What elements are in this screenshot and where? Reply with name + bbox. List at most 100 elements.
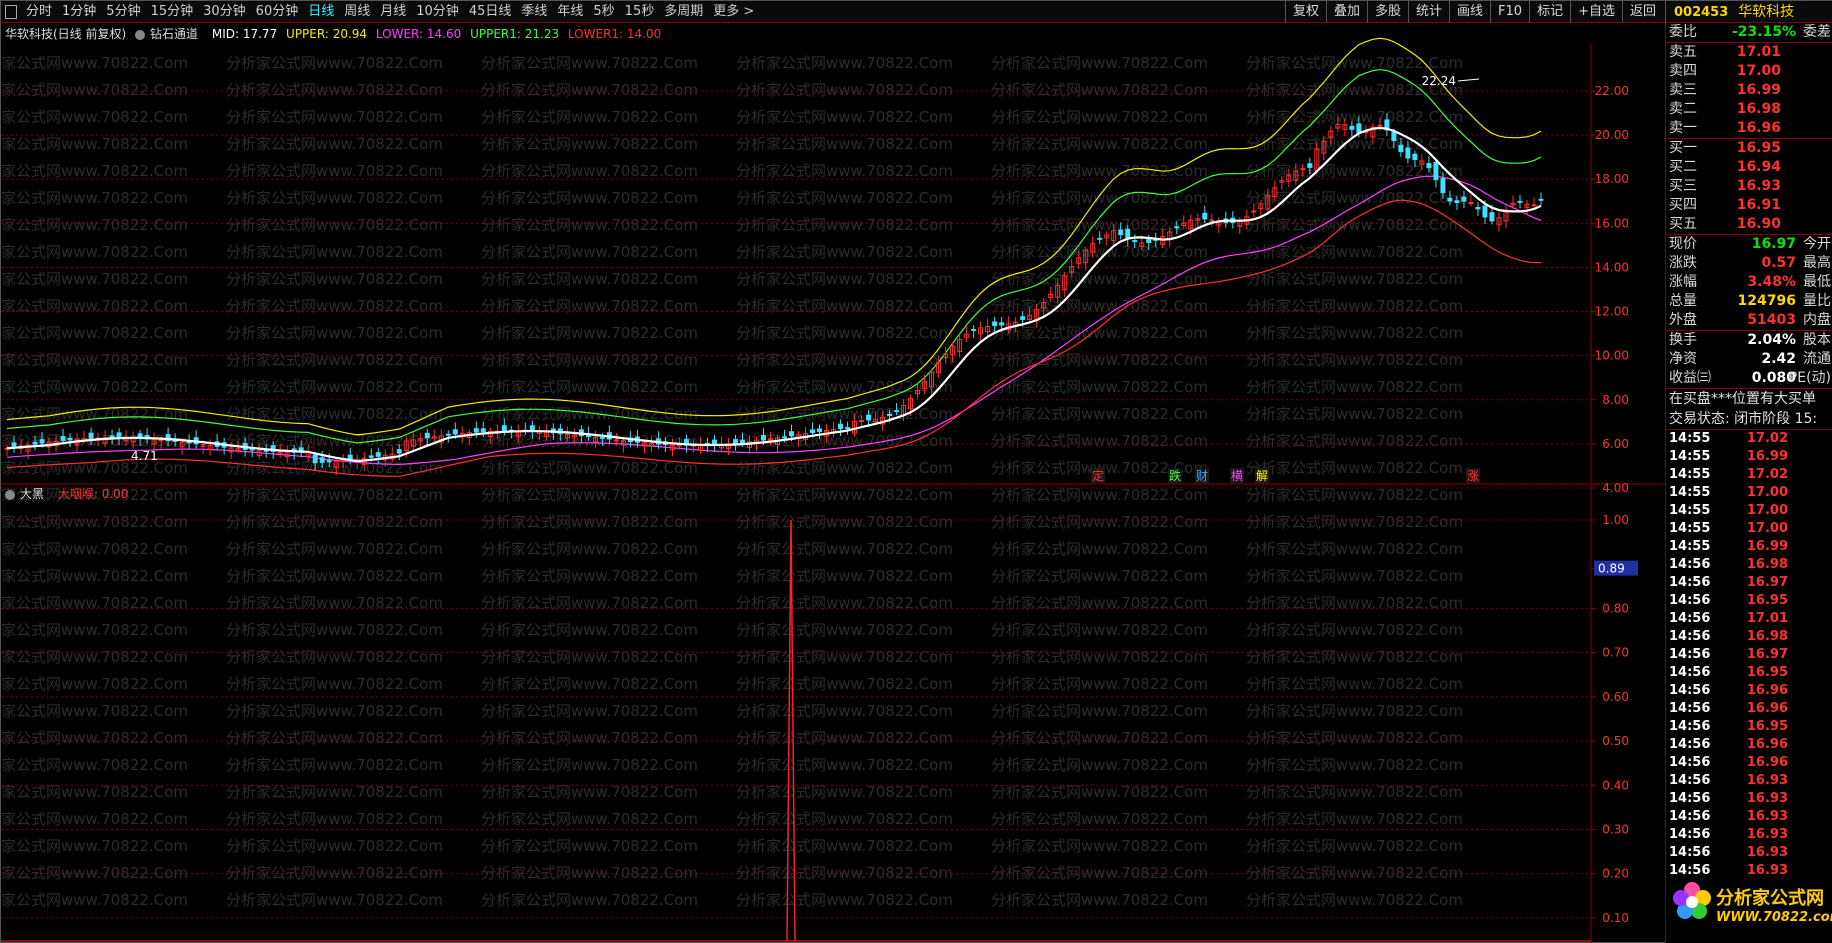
- legend-lower1: LOWER1: 14.00: [567, 27, 662, 41]
- watermark-text: 分析家公式网www.70822.Com: [991, 837, 1208, 855]
- period-tab[interactable]: 15秒: [620, 1, 660, 23]
- tool-button[interactable]: 统计: [1408, 1, 1449, 23]
- tool-button[interactable]: 复权: [1284, 1, 1326, 23]
- candle-down: [473, 428, 479, 433]
- stats2-label: 换手: [1669, 332, 1697, 348]
- period-tab[interactable]: 周线: [339, 1, 375, 23]
- sell-orders: 卖五 17.01 卖四 17.00 卖三 16.99 卖二 16.98 卖一 16.96: [1666, 43, 1832, 138]
- period-tab[interactable]: 日线: [303, 1, 339, 23]
- period-tab[interactable]: 5分钟: [101, 1, 145, 23]
- tool-button[interactable]: +自选: [1570, 1, 1622, 23]
- tick-time: 14:55: [1669, 503, 1711, 518]
- kline-chart[interactable]: 分析家公式网www.70822.Com 分析家公式网www.70822.Com 分析…: [1, 23, 1665, 943]
- price-axis-label: 12.00: [1595, 305, 1629, 319]
- period-tab[interactable]: 10分钟: [411, 1, 464, 23]
- period-tab[interactable]: 年线: [552, 1, 588, 23]
- tool-button[interactable]: 返回: [1621, 1, 1663, 23]
- candle-down: [894, 410, 900, 413]
- tool-button[interactable]: 叠加: [1325, 1, 1367, 23]
- watermark-text: 分析家公式网www.70822.Com: [736, 324, 953, 342]
- candle-down: [116, 432, 122, 439]
- watermark-text: 分析家公式网www.70822.Com: [1, 162, 188, 180]
- period-tab[interactable]: 1分钟: [57, 1, 101, 23]
- toggle-panel-icon[interactable]: [5, 5, 17, 19]
- period-tab[interactable]: 60分钟: [251, 1, 304, 23]
- sub-indicator-settings-icon[interactable]: [5, 489, 15, 500]
- tick-time: 14:55: [1669, 485, 1711, 500]
- watermark-text: 分析家公式网www.70822.Com: [481, 189, 698, 207]
- watermark-text: 分析家公式网www.70822.Com: [736, 891, 953, 909]
- sell-row: 卖二 16.98: [1666, 100, 1832, 119]
- watermark-text: 分析家公式网www.70822.Com: [481, 459, 698, 477]
- candle-down: [1307, 163, 1313, 168]
- sell-row: 卖一 16.96: [1666, 119, 1832, 138]
- watermark-text: 分析家公式网www.70822.Com: [991, 189, 1208, 207]
- watermark-text: 分析家公式网www.70822.Com: [991, 729, 1208, 747]
- tick-row: 14:55 17.02: [1666, 430, 1832, 448]
- sub-indicator-name[interactable]: 大黑: [5, 487, 49, 501]
- period-tab[interactable]: 分时: [21, 1, 57, 23]
- indicator-settings-icon[interactable]: [135, 29, 146, 40]
- stats1-label2: 今开: [1803, 236, 1831, 252]
- watermark-text: 分析家公式网www.70822.Com: [1246, 486, 1463, 504]
- weicha-label: 委差: [1803, 24, 1831, 40]
- watermark-text: 分析家公式网www.70822.Com: [1246, 756, 1463, 774]
- watermark-text: 分析家公式网www.70822.Com: [481, 540, 698, 558]
- sub-axis-label: 1.00: [1602, 513, 1629, 527]
- tick-time: 14:56: [1669, 719, 1711, 734]
- watermark-text: 分析家公式网www.70822.Com: [991, 378, 1208, 396]
- quote-stats: 现价 16.97 今开 涨跌 0.57 最高 涨幅 3.48% 最低 总量 124796 量比 外盘 51…: [1666, 235, 1832, 330]
- tick-time: 14:56: [1669, 629, 1711, 644]
- stats1-label2: 最高: [1803, 255, 1831, 271]
- main-legend: 华软科技(日线 前复权) 钻石通道 MID: 17.77 UPPER: 20.9…: [5, 25, 666, 43]
- watermark-text: 分析家公式网www.70822.Com: [1246, 270, 1463, 288]
- watermark-text: 分析家公式网www.70822.Com: [1, 540, 188, 558]
- tick-list[interactable]: 14:55 17.02 14:55 16.99 14:55 17.02 14:55 17.00…: [1666, 430, 1832, 880]
- watermark-text: 分析家公式网www.70822.Com: [481, 270, 698, 288]
- watermark-text: 分析家公式网www.70822.Com: [226, 783, 443, 801]
- period-tab[interactable]: 季线: [516, 1, 552, 23]
- period-tab[interactable]: 多周期: [659, 1, 708, 23]
- period-tab[interactable]: 更多 >: [708, 1, 759, 23]
- signal-marker: 横: [1231, 469, 1243, 483]
- period-tab[interactable]: 30分钟: [198, 1, 251, 23]
- watermark-text: 分析家公式网www.70822.Com: [481, 135, 698, 153]
- period-tab[interactable]: 5秒: [588, 1, 619, 23]
- watermark-text: 分析家公式网www.70822.Com: [226, 135, 443, 153]
- tool-button[interactable]: 标记: [1529, 1, 1570, 23]
- watermark-text: 分析家公式网www.70822.Com: [1, 135, 188, 153]
- candle-down: [1426, 163, 1432, 169]
- tick-time: 14:55: [1669, 521, 1711, 536]
- watermark-text: 分析家公式网www.70822.Com: [226, 216, 443, 234]
- tick-row: 14:56 16.96: [1666, 682, 1832, 700]
- watermark-text: 分析家公式网www.70822.Com: [1246, 567, 1463, 585]
- tick-price: 16.96: [1746, 701, 1788, 716]
- tick-price: 16.93: [1746, 791, 1788, 806]
- watermark-text: 分析家公式网www.70822.Com: [1, 108, 188, 126]
- period-tab[interactable]: 45日线: [464, 1, 517, 23]
- flower-logo-icon: [1673, 882, 1711, 919]
- tick-price: 16.97: [1746, 647, 1788, 662]
- tick-time: 14:55: [1669, 467, 1711, 482]
- tool-button[interactable]: 多股: [1366, 1, 1408, 23]
- candle-down: [326, 460, 332, 463]
- watermark-text: 分析家公式网www.70822.Com: [1246, 864, 1463, 882]
- period-tab[interactable]: 15分钟: [146, 1, 199, 23]
- sub-axis-label: 0.50: [1602, 734, 1629, 748]
- watermark-text: 分析家公式网www.70822.Com: [991, 810, 1208, 828]
- watermark-text: 分析家公式网www.70822.Com: [1246, 351, 1463, 369]
- watermark-text: 分析家公式网www.70822.Com: [481, 891, 698, 909]
- candle-down: [480, 428, 486, 433]
- indicator-name[interactable]: 钻石通道: [135, 27, 203, 41]
- sell-label: 卖五: [1669, 44, 1697, 60]
- chart-area[interactable]: 分析家公式网www.70822.Com 分析家公式网www.70822.Com 分析…: [1, 23, 1665, 943]
- candle-down: [1461, 196, 1467, 202]
- tool-button[interactable]: F10: [1490, 1, 1529, 23]
- watermark-text: 分析家公式网www.70822.Com: [226, 243, 443, 261]
- tool-button[interactable]: 画线: [1449, 1, 1490, 23]
- sub-axis-label: 0.89: [1598, 562, 1625, 576]
- watermark-text: 分析家公式网www.70822.Com: [226, 162, 443, 180]
- period-tab[interactable]: 月线: [375, 1, 411, 23]
- watermark-text: 分析家公式网www.70822.Com: [1, 270, 188, 288]
- candle-down: [1482, 205, 1488, 218]
